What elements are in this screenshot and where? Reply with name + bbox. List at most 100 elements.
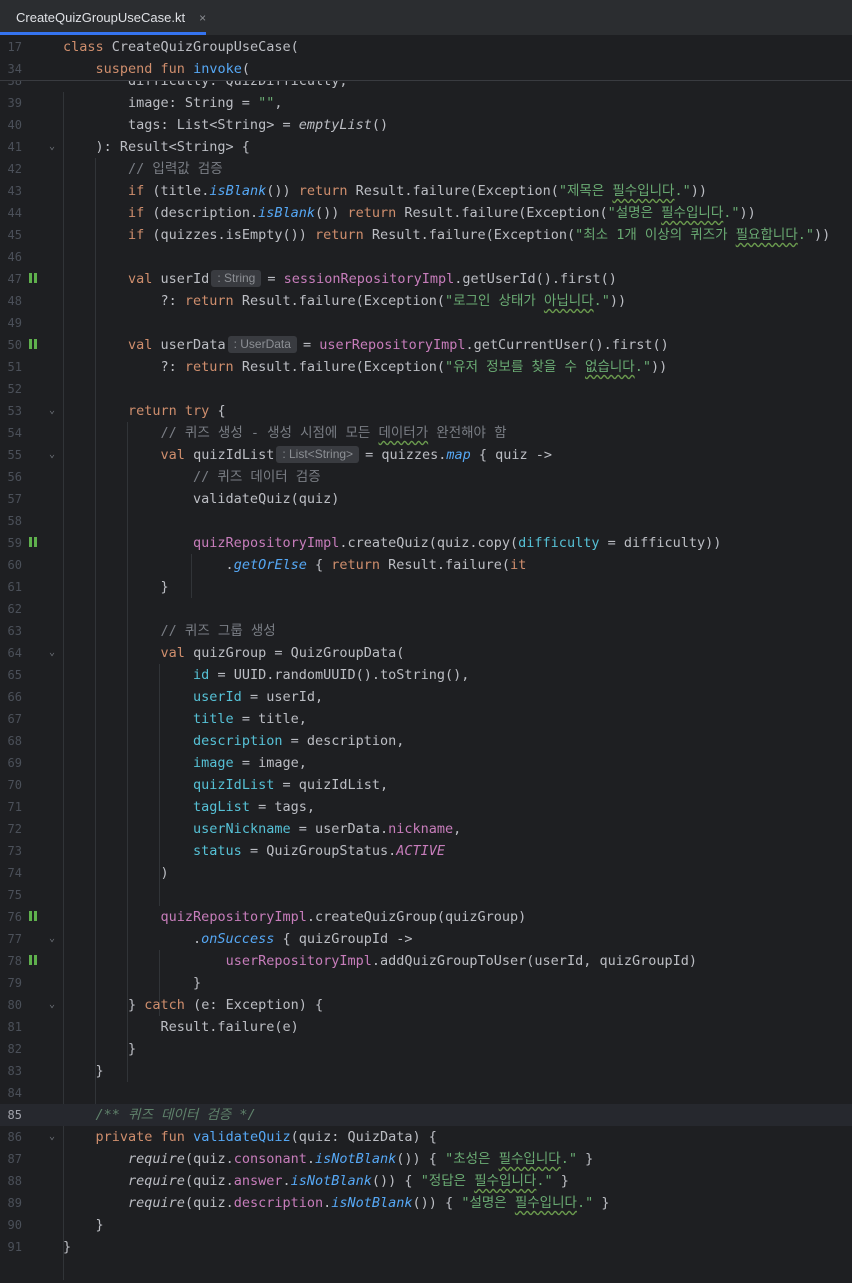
code-line[interactable]: 52: [0, 378, 852, 400]
code-line[interactable]: 46: [0, 246, 852, 268]
code-line[interactable]: 79 }: [0, 972, 852, 994]
code-line[interactable]: 67 title = title,: [0, 708, 852, 730]
code-line[interactable]: 78 userRepositoryImpl.addQuizGroupToUser…: [0, 950, 852, 972]
code-line[interactable]: 89 require(quiz.description.isNotBlank()…: [0, 1192, 852, 1214]
code-line[interactable]: 73 status = QuizGroupStatus.ACTIVE: [0, 840, 852, 862]
code-line[interactable]: 70 quizIdList = quizIdList,: [0, 774, 852, 796]
run-gutter-icon[interactable]: [29, 273, 39, 285]
code-line[interactable]: 85 /** 퀴즈 데이터 검증 */: [0, 1104, 852, 1126]
code-text: require(quiz.answer.isNotBlank()) { "정답은…: [63, 1170, 569, 1192]
code-line[interactable]: 44 if (description.isBlank()) return Res…: [0, 202, 852, 224]
code-line[interactable]: 71 tagList = tags,: [0, 796, 852, 818]
code-line[interactable]: 55 ⌄ val quizIdList: List<String> = quizze…: [0, 444, 852, 466]
code-line[interactable]: 65 id = UUID.randomUUID().toString(),: [0, 664, 852, 686]
code-token: = image,: [233, 755, 307, 771]
code-text: // 퀴즈 그룹 생성: [63, 620, 276, 642]
code-line[interactable]: 90 }: [0, 1214, 852, 1236]
run-gutter-icon[interactable]: [29, 911, 39, 923]
code-line[interactable]: 87 require(quiz.consonant.isNotBlank()) …: [0, 1148, 852, 1170]
run-gutter-icon[interactable]: [29, 537, 39, 549]
fold-chevron-icon[interactable]: ⌄: [46, 444, 58, 466]
code-line[interactable]: 60 .getOrElse { return Result.failure(it: [0, 554, 852, 576]
code-line[interactable]: 61 }: [0, 576, 852, 598]
code-line[interactable]: 77 ⌄ .onSuccess { quizGroupId ->: [0, 928, 852, 950]
code-line[interactable]: 49: [0, 312, 852, 334]
code-line[interactable]: 58: [0, 510, 852, 532]
code-line[interactable]: 53 ⌄ return try {: [0, 400, 852, 422]
code-token: (title.: [152, 183, 210, 199]
string-literal-token: .": [536, 1173, 553, 1189]
line-number: 68: [7, 734, 22, 748]
italic-call-token: require: [128, 1173, 185, 1189]
code-line[interactable]: 39 image: String = "",: [0, 92, 852, 114]
code-line[interactable]: 69 image = image,: [0, 752, 852, 774]
fold-chevron-icon[interactable]: ⌄: [46, 928, 58, 950]
code-token: .getCurrentUser().first(): [465, 337, 669, 353]
file-tab[interactable]: CreateQuizGroupUseCase.kt ×: [0, 0, 206, 35]
line-number: 77: [7, 932, 22, 946]
code-line[interactable]: 83 }: [0, 1060, 852, 1082]
code-line[interactable]: 48 ?: return Result.failure(Exception("로…: [0, 290, 852, 312]
code-line[interactable]: 74 ): [0, 862, 852, 884]
code-token: ()) {: [412, 1195, 462, 1211]
code-text: return try {: [63, 400, 226, 422]
code-line[interactable]: 76 quizRepositoryImpl.createQuizGroup(qu…: [0, 906, 852, 928]
code-line[interactable]: 17 class CreateQuizGroupUseCase(: [0, 36, 852, 58]
code-line[interactable]: 40 tags: List<String> = emptyList(): [0, 114, 852, 136]
code-line[interactable]: 45 if (quizzes.isEmpty()) return Result.…: [0, 224, 852, 246]
sticky-scroll-header[interactable]: 17 class CreateQuizGroupUseCase(34 suspen…: [0, 36, 852, 81]
fold-chevron-icon[interactable]: ⌄: [46, 642, 58, 664]
code-line[interactable]: 63 // 퀴즈 그룹 생성: [0, 620, 852, 642]
code-token: ()) {: [396, 1151, 446, 1167]
fold-chevron-icon[interactable]: ⌄: [46, 400, 58, 422]
keyword-token: return: [184, 293, 242, 309]
code-line[interactable]: 56 // 퀴즈 데이터 검증: [0, 466, 852, 488]
code-text: val quizGroup = QuizGroupData(: [63, 642, 405, 664]
code-line[interactable]: 66 userId = userId,: [0, 686, 852, 708]
code-line[interactable]: 88 require(quiz.answer.isNotBlank()) { "…: [0, 1170, 852, 1192]
code-line[interactable]: 51 ?: return Result.failure(Exception("유…: [0, 356, 852, 378]
line-number: 65: [7, 668, 22, 682]
code-editor[interactable]: 38 difficulty: QuizDifficulty, 39 image: …: [0, 36, 852, 1283]
code-line[interactable]: 68 description = description,: [0, 730, 852, 752]
string-literal-token: "유저 정보를 찾을 수: [445, 359, 586, 375]
code-text: val userId: String = sessionRepositoryImp…: [63, 268, 617, 290]
code-token: }: [63, 579, 169, 595]
code-line[interactable]: 84: [0, 1082, 852, 1104]
code-line[interactable]: 81 Result.failure(e): [0, 1016, 852, 1038]
line-number: 87: [7, 1152, 22, 1166]
code-line[interactable]: 34 suspend fun invoke(: [0, 58, 852, 80]
code-line[interactable]: 47 val userId: String = sessionRepository…: [0, 268, 852, 290]
code-text: userId = userId,: [63, 686, 323, 708]
code-line[interactable]: 62: [0, 598, 852, 620]
code-line[interactable]: 57 validateQuiz(quiz): [0, 488, 852, 510]
fold-chevron-icon[interactable]: ⌄: [46, 136, 58, 158]
code-line[interactable]: 80 ⌄ } catch (e: Exception) {: [0, 994, 852, 1016]
keyword-token: catch: [144, 997, 194, 1013]
code-line[interactable]: 54 // 퀴즈 생성 - 생성 시점에 모든 데이터가 완전해야 함: [0, 422, 852, 444]
fold-chevron-icon[interactable]: ⌄: [46, 1126, 58, 1148]
code-line[interactable]: 50 val userData: UserData = userRepositor…: [0, 334, 852, 356]
code-line[interactable]: 42 // 입력값 검증: [0, 158, 852, 180]
code-line[interactable]: 41 ⌄ ): Result<String> {: [0, 136, 852, 158]
code-line[interactable]: 64 ⌄ val quizGroup = QuizGroupData(: [0, 642, 852, 664]
code-line[interactable]: 72 userNickname = userData.nickname,: [0, 818, 852, 840]
code-line[interactable]: 43 if (title.isBlank()) return Result.fa…: [0, 180, 852, 202]
code-line[interactable]: 59 quizRepositoryImpl.createQuiz(quiz.co…: [0, 532, 852, 554]
close-tab-icon[interactable]: ×: [199, 11, 206, 25]
fold-chevron-icon[interactable]: ⌄: [46, 994, 58, 1016]
line-number: 59: [7, 536, 22, 550]
run-gutter-icon[interactable]: [29, 955, 39, 967]
code-token: ,: [453, 821, 462, 837]
code-text: ?: return Result.failure(Exception("로그인 …: [63, 290, 627, 312]
function-call-token: isNotBlank: [331, 1195, 413, 1211]
run-gutter-icon[interactable]: [29, 339, 39, 351]
code-line[interactable]: 91}: [0, 1236, 852, 1258]
function-call-token: map: [446, 447, 471, 463]
code-line[interactable]: 82 }: [0, 1038, 852, 1060]
code-line[interactable]: 86 ⌄ private fun validateQuiz(quiz: QuizD…: [0, 1126, 852, 1148]
code-text: private fun validateQuiz(quiz: QuizData)…: [63, 1126, 437, 1148]
code-line[interactable]: 75: [0, 884, 852, 906]
